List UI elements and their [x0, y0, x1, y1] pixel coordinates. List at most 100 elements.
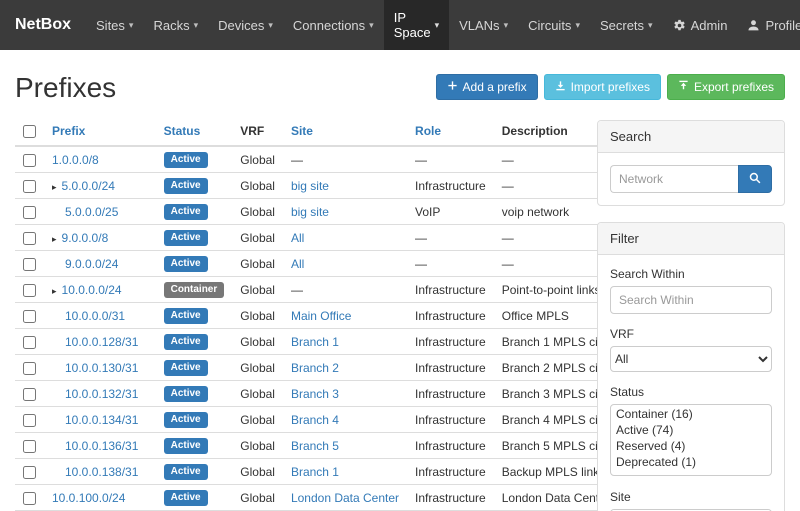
prefix-link[interactable]: 10.0.0.128/31: [65, 335, 138, 349]
vrf-select[interactable]: All: [610, 346, 772, 372]
select-all-checkbox[interactable]: [23, 125, 36, 138]
row-checkbox[interactable]: [23, 492, 36, 505]
site-link[interactable]: big site: [291, 205, 329, 219]
export-prefixes-button[interactable]: Export prefixes: [667, 74, 785, 100]
status-badge: Active: [164, 386, 208, 402]
filter-panel-title: Filter: [598, 223, 784, 255]
status-badge: Active: [164, 230, 208, 246]
prefix-link[interactable]: 10.0.0.0/31: [65, 309, 125, 323]
site-link[interactable]: Branch 5: [291, 439, 339, 453]
nav-item-label: Admin: [691, 18, 728, 33]
row-checkbox[interactable]: [23, 440, 36, 453]
nav-item-label: Connections: [293, 18, 365, 33]
prefix-link[interactable]: 10.0.0.132/31: [65, 387, 138, 401]
depth-indent: [52, 319, 65, 320]
row-checkbox[interactable]: [23, 154, 36, 167]
vrf-cell: Global: [232, 199, 283, 225]
status-filter-select[interactable]: Container (16)Active (74)Reserved (4)Dep…: [610, 404, 772, 476]
row-checkbox[interactable]: [23, 310, 36, 323]
role-cell: Infrastructure: [407, 381, 494, 407]
row-checkbox[interactable]: [23, 388, 36, 401]
nav-item-racks[interactable]: Racks▾: [143, 0, 208, 50]
site-label: Site: [610, 490, 772, 504]
import-prefixes-button[interactable]: Import prefixes: [544, 74, 661, 100]
gear-icon: [673, 19, 686, 32]
prefix-link[interactable]: 5.0.0.0/25: [65, 205, 118, 219]
vrf-label: VRF: [610, 327, 772, 341]
nav-item-label: Secrets: [600, 18, 644, 33]
chevron-down-icon: ▾: [369, 20, 374, 31]
nav-item-profile[interactable]: Profile: [737, 0, 800, 50]
nav-item-label: Sites: [96, 18, 125, 33]
site-link[interactable]: Branch 4: [291, 413, 339, 427]
depth-indent: [52, 267, 65, 268]
chevron-down-icon: ▾: [648, 20, 653, 31]
nav-item-label: Devices: [218, 18, 264, 33]
search-within-input[interactable]: [610, 286, 772, 314]
site-link[interactable]: Branch 1: [291, 465, 339, 479]
site-link[interactable]: Branch 2: [291, 361, 339, 375]
prefix-link[interactable]: 10.0.0.136/31: [65, 439, 138, 453]
site-link[interactable]: All: [291, 231, 304, 245]
vrf-cell: Global: [232, 355, 283, 381]
row-checkbox[interactable]: [23, 180, 36, 193]
status-label: Status: [610, 385, 772, 399]
prefix-link[interactable]: 9.0.0.0/24: [65, 257, 118, 271]
row-checkbox[interactable]: [23, 232, 36, 245]
column-header-status[interactable]: Status: [156, 118, 233, 146]
status-badge: Active: [164, 438, 208, 454]
filter-option[interactable]: Deprecated (1): [612, 454, 770, 470]
status-badge: Active: [164, 308, 208, 324]
role-cell: Infrastructure: [407, 173, 494, 199]
prefix-link[interactable]: 5.0.0.0/24: [62, 179, 115, 193]
column-header-site[interactable]: Site: [283, 118, 407, 146]
prefix-link[interactable]: 10.0.0.130/31: [65, 361, 138, 375]
row-checkbox[interactable]: [23, 414, 36, 427]
prefix-link[interactable]: 1.0.0.0/8: [52, 153, 99, 167]
nav-item-admin[interactable]: Admin: [663, 0, 738, 50]
nav-item-label: IP Space: [394, 10, 431, 40]
column-header-prefix[interactable]: Prefix: [44, 118, 156, 146]
column-header-vrf: VRF: [232, 118, 283, 146]
site-link[interactable]: All: [291, 257, 304, 271]
search-icon: [749, 172, 761, 187]
nav-item-secrets[interactable]: Secrets ▾: [590, 0, 663, 50]
search-button[interactable]: [738, 165, 772, 193]
nav-item-ip-space[interactable]: IP Space▾: [384, 0, 449, 50]
prefix-link[interactable]: 9.0.0.0/8: [62, 231, 109, 245]
prefix-link[interactable]: 10.0.0.138/31: [65, 465, 138, 479]
site-link[interactable]: Main Office: [291, 309, 351, 323]
prefix-link[interactable]: 10.0.0.0/24: [62, 283, 122, 297]
role-cell: —: [407, 225, 494, 251]
add-a-prefix-button[interactable]: Add a prefix: [436, 74, 538, 100]
navbar-menu: Sites▾Racks▾Devices▾Connections▾IP Space…: [86, 0, 663, 50]
filter-option[interactable]: Container (16): [612, 406, 770, 422]
row-checkbox[interactable]: [23, 258, 36, 271]
row-checkbox[interactable]: [23, 284, 36, 297]
site-link[interactable]: Branch 3: [291, 387, 339, 401]
row-checkbox[interactable]: [23, 336, 36, 349]
row-checkbox[interactable]: [23, 362, 36, 375]
site-link[interactable]: London Data Center: [291, 491, 399, 505]
vrf-cell: Global: [232, 277, 283, 303]
filter-option[interactable]: Active (74): [612, 422, 770, 438]
vrf-cell: Global: [232, 303, 283, 329]
column-header-role[interactable]: Role: [407, 118, 494, 146]
button-label: Import prefixes: [571, 80, 650, 94]
nav-item-devices[interactable]: Devices▾: [208, 0, 283, 50]
search-input[interactable]: [610, 165, 738, 193]
prefix-link[interactable]: 10.0.100.0/24: [52, 491, 125, 505]
nav-item-sites[interactable]: Sites▾: [86, 0, 143, 50]
row-checkbox[interactable]: [23, 206, 36, 219]
nav-item-connections[interactable]: Connections ▾: [283, 0, 384, 50]
filter-option[interactable]: Reserved (4): [612, 438, 770, 454]
prefix-link[interactable]: 10.0.0.134/31: [65, 413, 138, 427]
nav-item-vlans[interactable]: VLANs▾: [449, 0, 518, 50]
role-cell: Infrastructure: [407, 277, 494, 303]
site-link[interactable]: Branch 1: [291, 335, 339, 349]
brand[interactable]: NetBox: [0, 0, 86, 50]
site-link[interactable]: big site: [291, 179, 329, 193]
role-cell: Infrastructure: [407, 433, 494, 459]
nav-item-circuits[interactable]: Circuits▾: [518, 0, 590, 50]
row-checkbox[interactable]: [23, 466, 36, 479]
